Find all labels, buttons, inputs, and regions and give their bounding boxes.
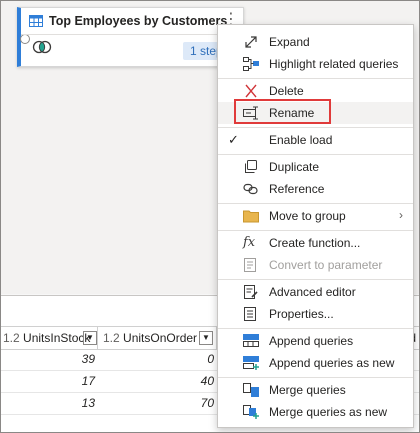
menu-item-label: Enable load	[269, 133, 333, 147]
query-card[interactable]: Top Employees by Customers ⋮ 1 step	[17, 7, 244, 67]
column-header-unitsonorder[interactable]: 1.2 UnitsOnOrder ▼	[98, 327, 217, 349]
window-frame: Top Employees by Customers ⋮ 1 step 1.2 …	[0, 0, 420, 433]
delete-x-icon	[245, 84, 257, 98]
menu-item-label: Duplicate	[269, 160, 320, 174]
column-filter-icon[interactable]: ▼	[83, 331, 97, 345]
menu-item-label: Reference	[269, 182, 325, 196]
menu-item-reference[interactable]: Reference	[218, 178, 413, 200]
menu-item-enable-load[interactable]: ✓ Enable load	[218, 129, 413, 151]
menu-item-label: Merge queries	[269, 383, 346, 397]
merge-new-icon	[243, 405, 259, 419]
column-filter-icon[interactable]: ▼	[199, 331, 213, 345]
menu-separator	[218, 328, 413, 329]
menu-item-highlight-related[interactable]: Highlight related queries	[218, 53, 413, 75]
menu-item-rename[interactable]: Rename	[218, 102, 413, 124]
menu-item-expand[interactable]: Expand	[218, 31, 413, 53]
menu-item-label: Move to group	[269, 209, 346, 223]
column-header-unitsinstock[interactable]: 1.2 UnitsInStock ▼	[1, 327, 98, 349]
menu-item-create-function[interactable]: fx Create function...	[218, 232, 413, 254]
menu-item-convert-to-parameter[interactable]: Convert to parameter	[218, 254, 413, 276]
menu-separator	[218, 230, 413, 231]
menu-item-label: Append queries as new	[269, 356, 395, 370]
menu-item-label: Merge queries as new	[269, 405, 388, 419]
properties-icon	[244, 307, 256, 321]
duplicate-icon	[245, 160, 257, 173]
menu-item-label: Append queries	[269, 334, 354, 348]
context-menu: Expand Highlight related queries Delete	[217, 24, 414, 428]
menu-item-append-queries-new[interactable]: Append queries as new	[218, 352, 413, 374]
cell-unitsonorder[interactable]: 0	[98, 349, 214, 370]
merge-icon	[243, 383, 259, 397]
menu-separator	[218, 377, 413, 378]
cell-unitsinstock[interactable]: 39	[1, 349, 95, 370]
menu-item-duplicate[interactable]: Duplicate	[218, 156, 413, 178]
menu-separator	[218, 203, 413, 204]
menu-item-label: Properties...	[269, 307, 334, 321]
column-header-label: UnitsOnOrder	[123, 331, 198, 345]
query-title: Top Employees by Customers	[49, 14, 228, 28]
menu-item-delete[interactable]: Delete	[218, 80, 413, 102]
menu-item-label: Expand	[269, 35, 310, 49]
reference-icon	[243, 183, 258, 195]
menu-item-merge-queries-new[interactable]: Merge queries as new	[218, 401, 413, 423]
menu-item-label: Convert to parameter	[269, 258, 383, 272]
rename-icon	[243, 106, 258, 120]
expand-icon	[245, 36, 257, 48]
parameter-icon	[244, 258, 256, 272]
menu-item-label: Delete	[269, 84, 304, 98]
table-icon	[29, 15, 43, 27]
menu-item-label: Create function...	[269, 236, 361, 250]
advanced-editor-icon	[244, 285, 258, 299]
menu-item-label: Highlight related queries	[269, 57, 399, 71]
column-header-label: UnitsInStock	[23, 331, 91, 345]
folder-icon	[243, 210, 259, 223]
append-icon	[243, 334, 259, 347]
menu-item-merge-queries[interactable]: Merge queries	[218, 379, 413, 401]
cell-unitsonorder[interactable]: 70	[98, 393, 214, 414]
menu-separator	[218, 78, 413, 79]
menu-item-append-queries[interactable]: Append queries	[218, 330, 413, 352]
menu-item-advanced-editor[interactable]: Advanced editor	[218, 281, 413, 303]
menu-item-properties[interactable]: Properties...	[218, 303, 413, 325]
related-queries-icon	[243, 57, 259, 71]
menu-item-move-to-group[interactable]: Move to group ›	[218, 205, 413, 227]
cell-unitsonorder[interactable]: 40	[98, 371, 214, 392]
menu-separator	[218, 154, 413, 155]
chevron-right-icon: ›	[399, 208, 403, 222]
cell-unitsinstock[interactable]: 17	[1, 371, 95, 392]
checkmark-icon: ✓	[228, 132, 239, 147]
card-divider	[21, 34, 243, 35]
column-type-icon: 1.2	[103, 331, 120, 345]
menu-item-label: Advanced editor	[269, 285, 356, 299]
merge-step-icon	[32, 40, 52, 54]
connection-port[interactable]	[20, 34, 30, 44]
menu-item-label: Rename	[269, 106, 315, 120]
cell-unitsinstock[interactable]: 13	[1, 393, 95, 414]
fx-icon: fx	[243, 235, 256, 250]
menu-separator	[218, 127, 413, 128]
column-type-icon: 1.2	[3, 331, 20, 345]
menu-separator	[218, 279, 413, 280]
append-new-icon	[243, 356, 259, 370]
